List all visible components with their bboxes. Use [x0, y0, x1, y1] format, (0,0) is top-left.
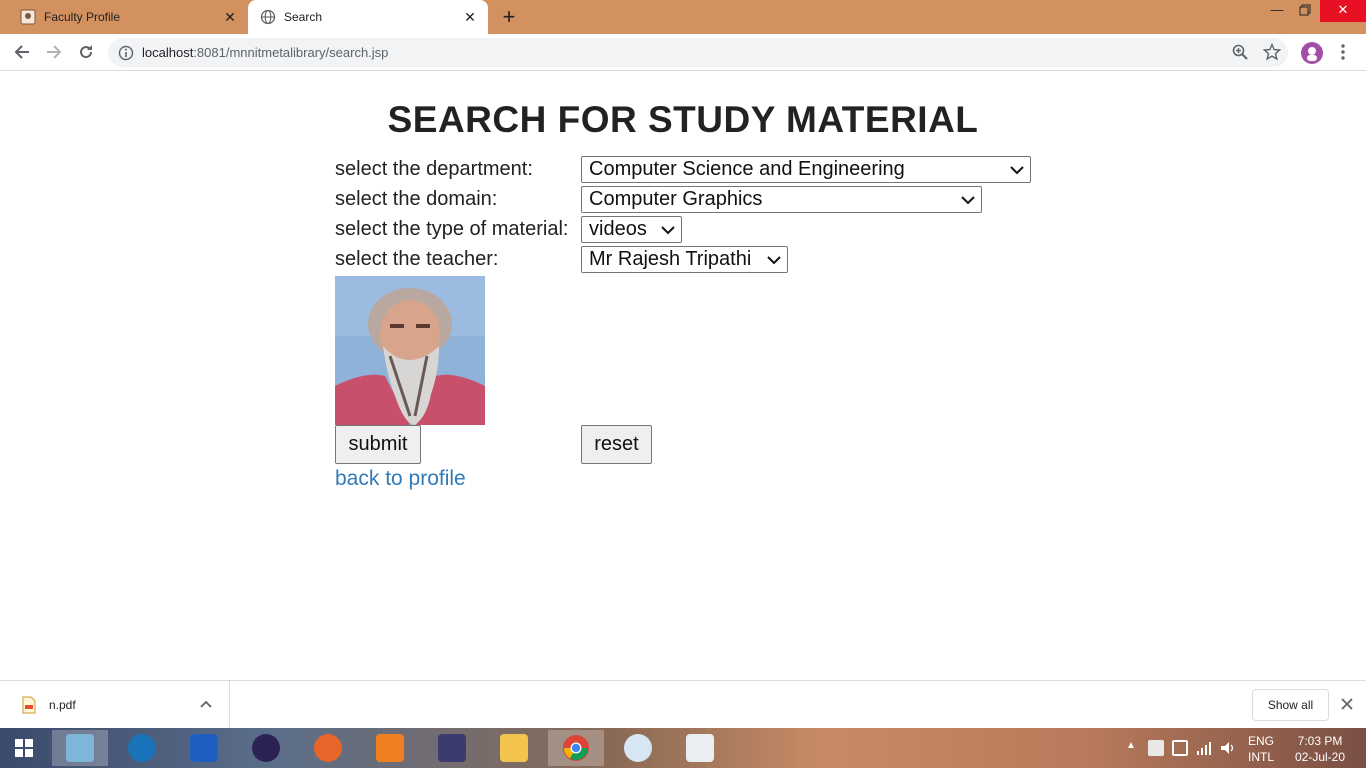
- department-label: select the department:: [335, 158, 533, 180]
- clock-time[interactable]: 7:03 PM: [1290, 734, 1350, 748]
- back-to-profile-link[interactable]: back to profile: [335, 467, 466, 491]
- page-title: SEARCH FOR STUDY MATERIAL: [387, 99, 979, 140]
- taskbar-app-paint-icon[interactable]: [610, 730, 666, 766]
- url-text: localhost:8081/mnnitmetalibrary/search.j…: [142, 45, 388, 60]
- download-file-name: n.pdf: [49, 698, 76, 712]
- browser-tab-strip: Faculty Profile ✕ Search ✕ + — ✕: [0, 0, 1366, 34]
- taskbar-app-shield-icon[interactable]: [176, 730, 232, 766]
- pdf-file-icon: [22, 696, 36, 714]
- restore-icon[interactable]: [1290, 0, 1320, 22]
- taskbar-app-eclipse-icon[interactable]: [238, 730, 294, 766]
- clock-date[interactable]: 02-Jul-20: [1290, 750, 1350, 764]
- window-close-icon[interactable]: ✕: [1320, 0, 1366, 22]
- department-select[interactable]: Computer Science and Engineering: [581, 156, 1031, 183]
- address-bar[interactable]: localhost:8081/mnnitmetalibrary/search.j…: [108, 38, 1288, 67]
- teacher-label: select the teacher:: [335, 248, 499, 270]
- reload-icon[interactable]: [74, 40, 98, 64]
- taskbar-app-tool-icon[interactable]: [114, 730, 170, 766]
- teacher-select[interactable]: Mr Rajesh Tripathi: [581, 246, 788, 273]
- language-indicator-top[interactable]: ENG: [1244, 734, 1278, 748]
- submit-button[interactable]: submit: [335, 425, 421, 464]
- chevron-down-icon: [1010, 166, 1024, 175]
- material-select-value: videos: [589, 218, 647, 240]
- globe-icon: [260, 9, 276, 25]
- forward-arrow-icon[interactable]: [42, 40, 66, 64]
- domain-select-value: Computer Graphics: [589, 188, 763, 210]
- battery-icon[interactable]: [1172, 740, 1188, 756]
- tab-title: Faculty Profile: [44, 10, 121, 24]
- taskbar-app-pdf-icon[interactable]: [362, 730, 418, 766]
- volume-icon[interactable]: [1220, 740, 1236, 756]
- taskbar-app-chrome-icon[interactable]: [548, 730, 604, 766]
- taskbar-app-file-explorer-icon[interactable]: [486, 730, 542, 766]
- windows-start-icon[interactable]: [0, 730, 48, 766]
- back-arrow-icon[interactable]: [10, 40, 34, 64]
- reset-button[interactable]: reset: [581, 425, 652, 464]
- chevron-down-icon: [661, 226, 675, 235]
- material-select[interactable]: videos: [581, 216, 682, 243]
- tab-faculty-profile[interactable]: Faculty Profile ✕: [8, 0, 248, 34]
- material-label: select the type of material:: [335, 218, 569, 240]
- windows-taskbar: ▲ ENG INTL 7:03 PM 02-Jul-20: [0, 728, 1366, 768]
- download-item[interactable]: n.pdf: [0, 681, 230, 729]
- taskbar-app-java-ee-ide-icon[interactable]: [424, 730, 480, 766]
- minimize-icon[interactable]: —: [1262, 0, 1292, 22]
- tab-title: Search: [284, 10, 323, 24]
- teacher-photo: [335, 276, 485, 425]
- language-indicator-bottom[interactable]: INTL: [1244, 750, 1278, 764]
- domain-label: select the domain:: [335, 188, 498, 210]
- tab-search[interactable]: Search ✕: [248, 0, 488, 34]
- url-host: localhost: [142, 45, 194, 60]
- chevron-down-icon: [767, 256, 781, 265]
- new-tab-plus-icon[interactable]: +: [498, 6, 520, 29]
- zoom-icon[interactable]: [1230, 42, 1250, 62]
- url-path: :8081/mnnitmetalibrary/search.jsp: [193, 45, 389, 60]
- show-all-button[interactable]: Show all: [1252, 689, 1329, 721]
- tab-close-icon[interactable]: ✕: [462, 9, 478, 25]
- kebab-menu-icon[interactable]: [1340, 43, 1346, 61]
- department-select-value: Computer Science and Engineering: [589, 158, 905, 180]
- taskbar-app-firefox-icon[interactable]: [300, 730, 356, 766]
- close-icon[interactable]: [1340, 697, 1354, 711]
- teacher-select-value: Mr Rajesh Tripathi: [589, 248, 752, 270]
- bookmark-star-icon[interactable]: [1262, 42, 1282, 62]
- browser-toolbar: localhost:8081/mnnitmetalibrary/search.j…: [0, 34, 1366, 71]
- site-favicon-icon: [20, 9, 36, 25]
- download-shelf: n.pdf Show all: [0, 680, 1366, 729]
- chevron-up-icon[interactable]: [200, 699, 212, 709]
- tab-close-icon[interactable]: ✕: [222, 9, 238, 25]
- info-icon[interactable]: [118, 45, 134, 61]
- taskbar-app-notepad-icon[interactable]: [52, 730, 108, 766]
- network-error-icon[interactable]: [1148, 740, 1164, 756]
- tray-expand-icon[interactable]: ▲: [1126, 740, 1136, 751]
- chevron-down-icon: [961, 196, 975, 205]
- domain-select[interactable]: Computer Graphics: [581, 186, 982, 213]
- taskbar-app-window-icon[interactable]: [672, 730, 728, 766]
- wifi-signal-icon[interactable]: [1196, 740, 1212, 756]
- profile-avatar[interactable]: [1301, 42, 1323, 64]
